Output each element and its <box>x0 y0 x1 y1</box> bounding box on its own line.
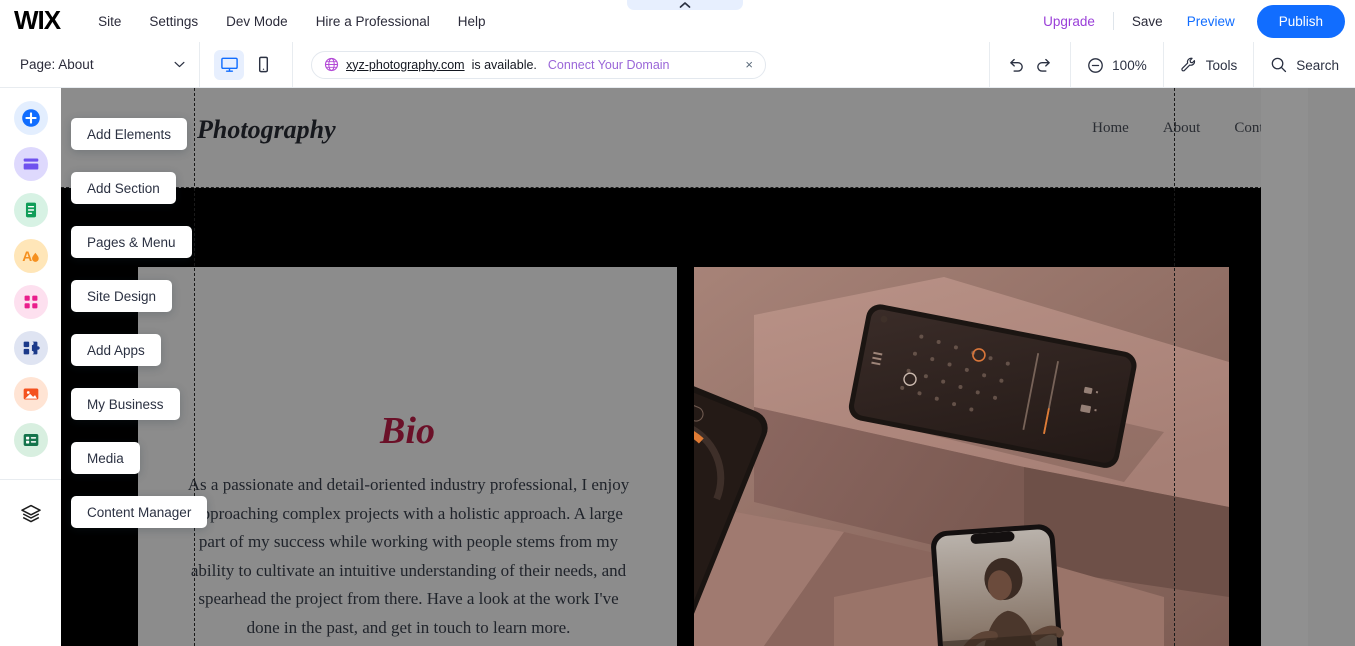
sidebar-item-my-business[interactable] <box>13 331 48 365</box>
tooltip-label: Content Manager <box>87 504 192 520</box>
desktop-view-button[interactable] <box>214 49 244 80</box>
tooltip-add-section[interactable]: Add Section <box>71 172 176 204</box>
connect-domain-link[interactable]: Connect Your Domain <box>548 58 670 72</box>
sidebar-item-site-design[interactable]: A <box>13 239 48 273</box>
site-stage: Photography Home About Contact Bio As a … <box>61 88 1308 646</box>
toolbar-right-actions: 100% Tools Search <box>989 42 1355 88</box>
redo-button[interactable] <box>1034 55 1054 75</box>
redo-icon <box>1037 58 1051 72</box>
tooltip-my-business[interactable]: My Business <box>71 388 180 420</box>
wix-logo[interactable]: WIX <box>14 7 61 33</box>
tooltip-media[interactable]: Media <box>71 442 140 474</box>
search-icon <box>1271 57 1287 73</box>
business-puzzle-icon <box>23 341 40 355</box>
close-domain-banner-button[interactable]: × <box>735 57 753 72</box>
topmenu-dev-mode[interactable]: Dev Mode <box>212 8 302 35</box>
topmenu-help[interactable]: Help <box>444 8 500 35</box>
sidebar-divider <box>0 479 61 480</box>
zoom-out-icon <box>1088 57 1104 73</box>
tooltip-label: My Business <box>87 396 164 412</box>
bio-title[interactable]: Bio <box>138 409 677 453</box>
domain-banner: xyz-photography.com is available. Connec… <box>311 50 766 79</box>
wrench-icon <box>1181 57 1195 72</box>
tooltip-label: Add Elements <box>87 126 172 142</box>
site-nav-about[interactable]: About <box>1163 120 1201 137</box>
chevron-down-icon <box>174 61 185 68</box>
bio-block[interactable]: Bio As a passionate and detail-oriented … <box>138 267 677 646</box>
content-table-icon <box>23 434 38 446</box>
history-controls <box>989 42 1070 88</box>
editor-toolbar: Page: About xyz-photography.com is avail… <box>0 41 1355 88</box>
mobile-view-button[interactable] <box>248 50 278 80</box>
design-droplet-icon: A <box>22 249 39 264</box>
tooltip-label: Add Section <box>87 180 160 196</box>
divider <box>1112 12 1114 30</box>
topmenu-settings[interactable]: Settings <box>135 8 212 35</box>
tooltip-label: Media <box>87 450 124 466</box>
tooltip-site-design[interactable]: Site Design <box>71 280 173 312</box>
pages-icon <box>25 202 36 218</box>
domain-name-link[interactable]: xyz-photography.com <box>346 58 465 72</box>
sidebar-icon-list: A <box>13 88 48 457</box>
desktop-icon <box>220 57 238 72</box>
sidebar-item-content-manager[interactable] <box>13 423 48 457</box>
sidebar-item-media[interactable] <box>13 377 48 411</box>
tooltip-label: Add Apps <box>87 342 145 358</box>
layers-icon <box>20 504 41 523</box>
zoom-control[interactable]: 100% <box>1070 42 1163 88</box>
sidebar-item-pages-menu[interactable] <box>13 193 48 227</box>
chevron-up-icon <box>679 2 691 8</box>
top-menu: Site Settings Dev Mode Hire a Profession… <box>84 8 499 35</box>
tooltip-content-manager[interactable]: Content Manager <box>71 496 208 528</box>
domain-availability-text: is available. <box>471 57 537 72</box>
tooltip-add-elements[interactable]: Add Elements <box>71 118 188 150</box>
site-header-section[interactable]: Photography Home About Contact <box>61 88 1308 188</box>
publish-button[interactable]: Publish <box>1256 4 1345 38</box>
editor-canvas[interactable]: Photography Home About Contact Bio As a … <box>61 88 1355 646</box>
sections-icon <box>23 158 38 170</box>
collapse-toolbar-tab[interactable] <box>627 0 743 10</box>
zoom-level-label: 100% <box>1112 57 1147 73</box>
undo-button[interactable] <box>1006 55 1026 75</box>
device-switcher <box>200 41 293 88</box>
page-selector-label: Page: About <box>20 57 94 72</box>
tooltip-pages-menu[interactable]: Pages & Menu <box>71 226 192 258</box>
canvas-right-gutter <box>1261 88 1308 646</box>
phones-on-blocks-photo: Year 500 300 calories 700 Most 2800 Acti… <box>694 267 1229 646</box>
site-logo-text[interactable]: Photography <box>197 115 336 145</box>
sidebar-item-add-elements[interactable] <box>13 101 48 135</box>
sidebar-item-layers[interactable] <box>19 502 43 531</box>
bio-photo-block[interactable]: Year 500 300 calories 700 Most 2800 Acti… <box>694 267 1229 646</box>
tools-button[interactable]: Tools <box>1162 42 1254 88</box>
globe-icon <box>324 57 339 72</box>
tooltip-label: Site Design <box>87 288 157 304</box>
tools-label: Tools <box>1205 57 1238 73</box>
bio-paragraph[interactable]: As a passionate and detail-oriented indu… <box>184 471 633 642</box>
plus-circle-icon <box>21 109 40 127</box>
sidebar-item-add-section[interactable] <box>13 147 48 181</box>
search-label: Search <box>1296 57 1339 73</box>
left-sidebar: A <box>0 88 61 646</box>
upgrade-button[interactable]: Upgrade <box>1031 8 1107 35</box>
sidebar-item-add-apps[interactable] <box>13 285 48 319</box>
undo-icon <box>1010 58 1024 72</box>
media-image-icon <box>23 388 38 400</box>
search-button[interactable]: Search <box>1253 42 1355 88</box>
site-nav-home[interactable]: Home <box>1092 120 1129 137</box>
page-selector[interactable]: Page: About <box>0 41 200 88</box>
wix-editor-window: WIX Site Settings Dev Mode Hire a Profes… <box>0 0 1355 646</box>
tooltip-add-apps[interactable]: Add Apps <box>71 334 161 366</box>
svg-text:A: A <box>22 249 32 264</box>
site-nav-menu: Home About Contact <box>1092 120 1281 137</box>
preview-button[interactable]: Preview <box>1175 8 1247 35</box>
topmenu-hire-professional[interactable]: Hire a Professional <box>302 8 444 35</box>
apps-grid-icon <box>24 295 37 309</box>
save-button[interactable]: Save <box>1120 8 1175 35</box>
tooltip-label: Pages & Menu <box>87 234 176 250</box>
topmenu-site[interactable]: Site <box>84 8 135 35</box>
top-bar-actions: Upgrade Save Preview Publish <box>1031 0 1345 42</box>
mobile-icon <box>258 56 268 73</box>
